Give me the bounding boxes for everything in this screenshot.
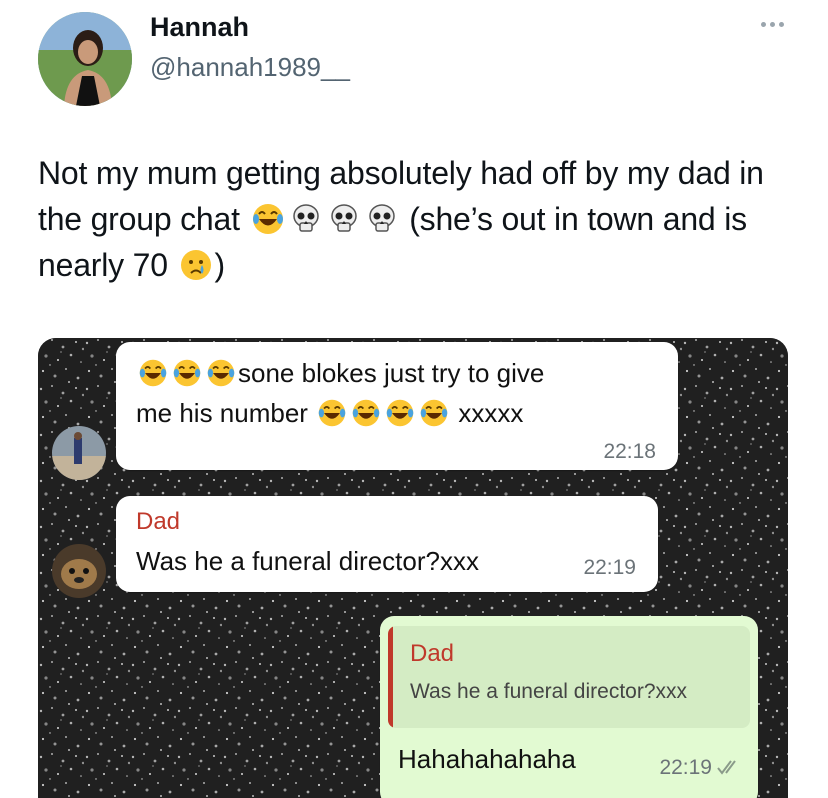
tweet-text: Not my mum getting absolutely had off by…	[38, 150, 798, 288]
tears-of-joy-emoji-icon	[251, 202, 285, 236]
tears-of-joy-emoji-icon	[206, 358, 236, 388]
more-options-icon[interactable]	[752, 14, 792, 34]
participant-avatar[interactable]	[52, 426, 106, 480]
message-line-2: me his number xxxxx	[136, 398, 523, 429]
quoted-text: Was he a funeral director?xxx	[410, 680, 688, 703]
chat-screenshot: sone blokes just try to give me his numb…	[38, 338, 788, 798]
tears-of-joy-emoji-icon	[385, 398, 415, 428]
author-handle[interactable]: @hannah1989__	[150, 52, 350, 83]
message-text: Hahahahahaha	[398, 744, 576, 774]
message-text: sone blokes just try to give	[238, 358, 545, 388]
skull-emoji-icon	[289, 202, 323, 236]
incoming-message-bubble[interactable]: sone blokes just try to give me his numb…	[116, 342, 678, 470]
tears-of-joy-emoji-icon	[172, 358, 202, 388]
message-text: me his number	[136, 398, 316, 428]
tears-of-joy-emoji-icon	[317, 398, 347, 428]
tears-of-joy-emoji-icon	[419, 398, 449, 428]
sender-name: Dad	[136, 508, 181, 535]
tears-of-joy-emoji-icon	[351, 398, 381, 428]
double-check-icon	[717, 760, 736, 775]
crying-emoji-icon	[179, 248, 213, 282]
skull-emoji-icon	[365, 202, 399, 236]
author-name[interactable]: Hannah	[150, 12, 249, 43]
dad-avatar[interactable]	[52, 544, 106, 598]
tweet-text-part3: )	[214, 247, 226, 283]
incoming-message-bubble[interactable]: Dad Was he a funeral director?xxx 22:19	[116, 496, 658, 592]
tears-of-joy-emoji-icon	[138, 358, 168, 388]
message-text: Was he a funeral director?xxx	[136, 546, 479, 576]
message-time: 22:19	[659, 756, 712, 779]
quoted-message[interactable]: Dad Was he a funeral director?xxx	[388, 626, 750, 728]
message-line-1: sone blokes just try to give	[136, 358, 544, 389]
message-text: xxxxx	[451, 398, 524, 428]
skull-emoji-icon	[327, 202, 361, 236]
quoted-sender-name: Dad	[410, 640, 455, 667]
quote-accent-bar	[388, 626, 393, 728]
author-avatar[interactable]	[38, 12, 132, 106]
message-time: 22:18	[603, 440, 656, 463]
message-time: 22:19	[583, 556, 636, 579]
outgoing-message-bubble[interactable]: Dad Was he a funeral director?xxx Hahaha…	[380, 616, 758, 798]
